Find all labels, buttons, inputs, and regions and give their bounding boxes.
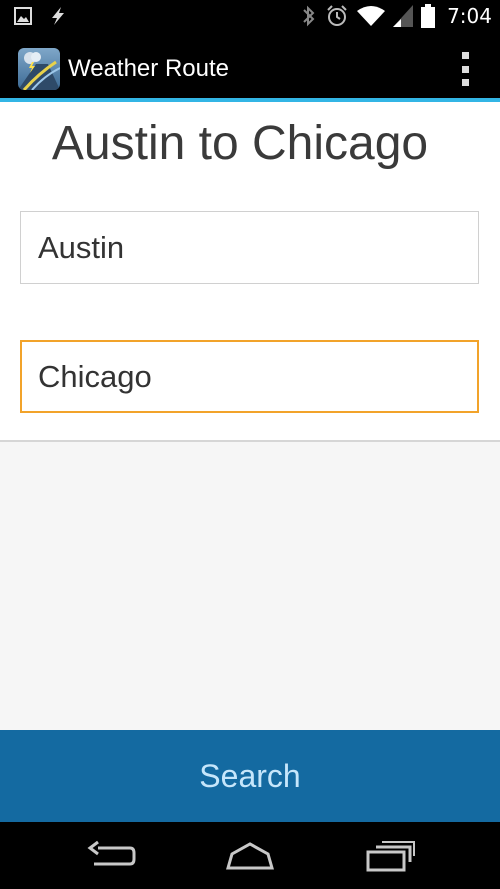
status-time: 7:04 [447, 4, 492, 28]
status-bar: 7:04 [0, 0, 500, 36]
battery-icon [421, 4, 436, 28]
destination-input[interactable]: Chicago [20, 340, 479, 413]
back-icon[interactable] [86, 840, 136, 872]
cell-signal-icon [393, 5, 414, 27]
flash-icon [52, 7, 64, 25]
main-content: Austin to Chicago Austin Chicago [0, 102, 500, 730]
app-logo-icon[interactable] [18, 48, 60, 90]
bluetooth-icon [303, 5, 315, 27]
overflow-menu-icon[interactable] [458, 52, 472, 86]
navigation-bar [0, 822, 500, 889]
origin-input[interactable]: Austin [20, 211, 479, 284]
image-icon [14, 7, 32, 25]
home-icon[interactable] [224, 840, 276, 872]
app-title: Weather Route [68, 55, 229, 82]
alarm-icon [327, 5, 347, 26]
search-button[interactable]: Search [0, 730, 500, 822]
action-bar: Weather Route [0, 36, 500, 98]
route-title: Austin to Chicago [51, 117, 429, 170]
status-bar-notifications [14, 6, 68, 26]
route-form: Austin to Chicago Austin Chicago [0, 102, 500, 442]
recent-apps-icon[interactable] [366, 840, 416, 872]
wifi-icon [357, 6, 386, 26]
status-bar-system: 7:04 [301, 4, 492, 28]
